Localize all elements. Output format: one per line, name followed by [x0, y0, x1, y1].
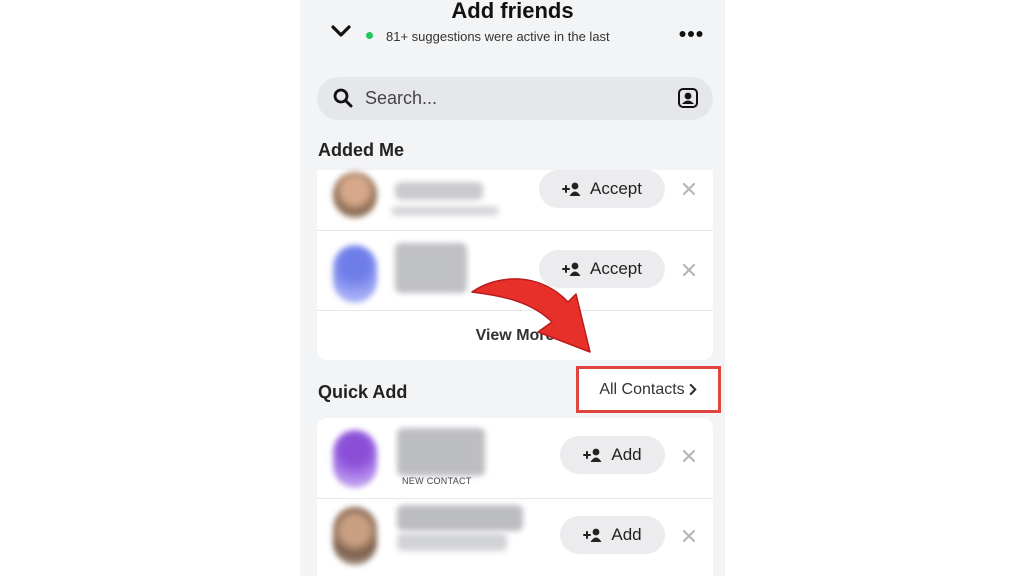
chevron-right-icon — [689, 384, 697, 395]
add-button-label: Add — [611, 525, 642, 544]
added-me-heading: Added Me — [318, 140, 405, 160]
accept-button-label: Accept — [590, 179, 642, 198]
page-title: Add friends — [451, 0, 574, 23]
add-friend-icon — [583, 448, 602, 462]
avatar — [333, 507, 377, 565]
add-friend-icon — [562, 182, 581, 196]
add-friend-icon — [562, 262, 581, 276]
blurred-name — [395, 243, 467, 293]
all-contacts-label: All Contacts — [599, 380, 685, 398]
add-friend-icon — [583, 528, 602, 542]
search-input[interactable] — [365, 77, 655, 120]
list-item[interactable]: Add — [317, 499, 713, 576]
contact-card-icon[interactable] — [677, 87, 699, 109]
search-icon — [333, 88, 353, 108]
new-contact-label: NEW CONTACT — [402, 476, 472, 486]
list-item[interactable]: NEW CONTACT Add — [317, 418, 713, 498]
add-button[interactable]: Add — [560, 516, 665, 554]
accept-button[interactable]: Accept — [539, 170, 665, 208]
avatar — [333, 430, 377, 488]
close-icon[interactable] — [681, 181, 697, 197]
search-bar[interactable] — [317, 77, 713, 120]
close-icon[interactable] — [681, 448, 697, 464]
add-button[interactable]: Add — [560, 436, 665, 474]
blurred-name — [395, 182, 483, 200]
all-contacts-link[interactable]: All Contacts — [576, 366, 721, 413]
quick-add-heading: Quick Add — [318, 382, 408, 402]
close-icon[interactable] — [681, 262, 697, 278]
blurred-name — [397, 505, 523, 531]
active-suggestions-text: 81+ suggestions were active in the last — [386, 29, 610, 44]
header: Add friends 81+ suggestions were active … — [300, 0, 725, 60]
avatar — [333, 172, 377, 218]
quick-add-card: NEW CONTACT Add Add — [317, 418, 713, 576]
active-status-dot — [366, 32, 373, 39]
blurred-username — [391, 206, 499, 216]
more-dots-icon[interactable] — [679, 30, 703, 38]
list-item[interactable]: Accept — [317, 170, 713, 230]
blurred-username — [397, 533, 507, 551]
arrow-annotation — [471, 278, 591, 353]
blurred-name — [397, 428, 485, 476]
phone-screen: Add friends 81+ suggestions were active … — [300, 0, 725, 576]
close-icon[interactable] — [681, 528, 697, 544]
add-button-label: Add — [611, 445, 642, 464]
avatar — [333, 245, 377, 303]
